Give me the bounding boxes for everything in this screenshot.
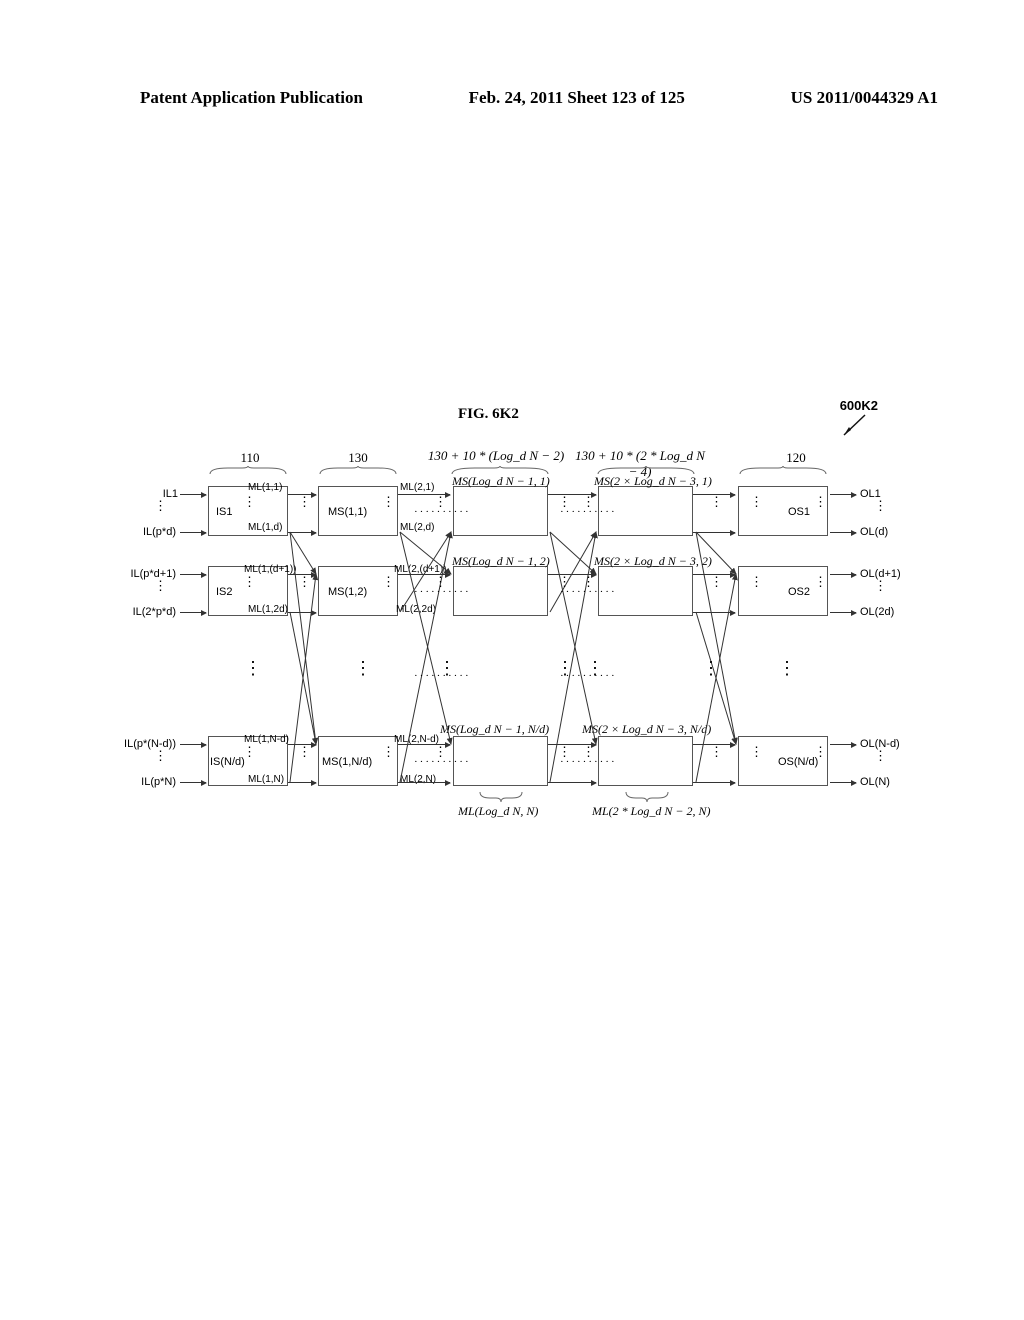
label-il-2pd: IL(2*p*d) xyxy=(116,606,176,618)
label-os2: OS2 xyxy=(788,586,810,598)
label-osN: OS(N/d) xyxy=(778,756,818,768)
vdots: ⋮ xyxy=(710,500,720,504)
label-il-pd: IL(p*d) xyxy=(126,526,176,538)
figure-number: 600K2 xyxy=(840,398,878,437)
vdots: ⋮ xyxy=(382,580,392,584)
figure-6k2: FIG. 6K2 600K2 110 130 130 + 10 * (Log_d… xyxy=(138,416,898,876)
label-ms-mid-1: MS(Log_d N − 1, 1) xyxy=(452,474,550,489)
vdots: ⋮ xyxy=(434,580,444,584)
arrow-il-pd xyxy=(180,532,206,533)
vdots: ⋮ xyxy=(874,504,884,508)
label-ml12d: ML(1,2d) xyxy=(248,604,288,615)
label-ml-2logdn-n: ML(2 * Log_d N − 2, N) xyxy=(592,804,710,819)
arrow-olN xyxy=(830,782,856,783)
arrow-old xyxy=(830,532,856,533)
label-ml1N: ML(1,N) xyxy=(248,774,284,785)
label-isN: IS(N/d) xyxy=(210,756,245,768)
arrow-il-pd1 xyxy=(180,574,206,575)
header-left: Patent Application Publication xyxy=(140,88,363,108)
label-old: OL(d) xyxy=(860,526,888,538)
vdots: ⋮ xyxy=(750,750,760,754)
group-vdots: ⋮ xyxy=(556,666,566,670)
group-vdots: ⋮ xyxy=(438,666,448,670)
vdots: ⋮ xyxy=(750,580,760,584)
vdots: ⋮ xyxy=(382,500,392,504)
stage-id-130: 130 xyxy=(288,450,428,466)
arrow-il-2pd xyxy=(180,612,206,613)
vdots: ⋮ xyxy=(582,500,592,504)
vdots: ⋮ xyxy=(243,500,253,504)
arrow-il-pNd xyxy=(180,744,206,745)
figure-pointer-arrow xyxy=(840,413,878,437)
vdots: ⋮ xyxy=(154,504,164,508)
vdots: ⋮ xyxy=(558,750,568,754)
vdots: ⋮ xyxy=(582,750,592,754)
page-header: Patent Application Publication Feb. 24, … xyxy=(140,88,938,108)
group-vdots: ⋮ xyxy=(244,666,254,670)
arrow-olNd xyxy=(830,744,856,745)
stage-id-mid: 130 + 10 * (Log_d N − 2) xyxy=(426,448,566,464)
vdots: ⋮ xyxy=(298,750,308,754)
vdots: ⋮ xyxy=(874,584,884,588)
vdots: ⋮ xyxy=(558,580,568,584)
arrow-ol1 xyxy=(830,494,856,495)
arrow-ol2d xyxy=(830,612,856,613)
vdots: ⋮ xyxy=(154,754,164,758)
cross-links-left xyxy=(288,486,458,796)
figure-title: FIG. 6K2 xyxy=(458,406,519,423)
arrow-old1 xyxy=(830,574,856,575)
label-ms-mid-2: MS(Log_d N − 1, 2) xyxy=(452,554,550,569)
vdots: ⋮ xyxy=(814,750,824,754)
vdots: ⋮ xyxy=(750,500,760,504)
label-os1: OS1 xyxy=(788,506,810,518)
vdots: ⋮ xyxy=(243,750,253,754)
label-il-pN: IL(p*N) xyxy=(120,776,176,788)
vdots: ⋮ xyxy=(434,750,444,754)
header-right: US 2011/0044329 A1 xyxy=(791,88,938,108)
label-is2: IS2 xyxy=(216,586,233,598)
label-il-pd1: IL(p*d+1) xyxy=(116,568,176,580)
vdots: ⋮ xyxy=(434,500,444,504)
arrow-il-pN xyxy=(180,782,206,783)
label-olN: OL(N) xyxy=(860,776,890,788)
vdots: ⋮ xyxy=(382,750,392,754)
group-vdots: ⋮ xyxy=(778,666,788,670)
vdots: ⋮ xyxy=(298,580,308,584)
group-vdots: ⋮ xyxy=(586,666,596,670)
vdots: ⋮ xyxy=(814,580,824,584)
group-vdots: ⋮ xyxy=(702,666,712,670)
vdots: ⋮ xyxy=(710,580,720,584)
arrow-il1 xyxy=(180,494,206,495)
vdots: ⋮ xyxy=(710,750,720,754)
vdots: ⋮ xyxy=(558,500,568,504)
vdots: ⋮ xyxy=(814,500,824,504)
stage-id-120: 120 xyxy=(726,450,866,466)
vdots: ⋮ xyxy=(298,500,308,504)
vdots: ⋮ xyxy=(582,580,592,584)
vdots: ⋮ xyxy=(874,754,884,758)
group-vdots: ⋮ xyxy=(354,666,364,670)
vdots: ⋮ xyxy=(243,580,253,584)
label-ml1d: ML(1,d) xyxy=(248,522,282,533)
label-ml11: ML(1,1) xyxy=(248,482,282,493)
label-is1: IS1 xyxy=(216,506,233,518)
label-ol2d: OL(2d) xyxy=(860,606,894,618)
label-ml-logdn-n: ML(Log_d N, N) xyxy=(458,804,538,819)
header-middle: Feb. 24, 2011 Sheet 123 of 125 xyxy=(469,88,685,108)
vdots: ⋮ xyxy=(154,584,164,588)
